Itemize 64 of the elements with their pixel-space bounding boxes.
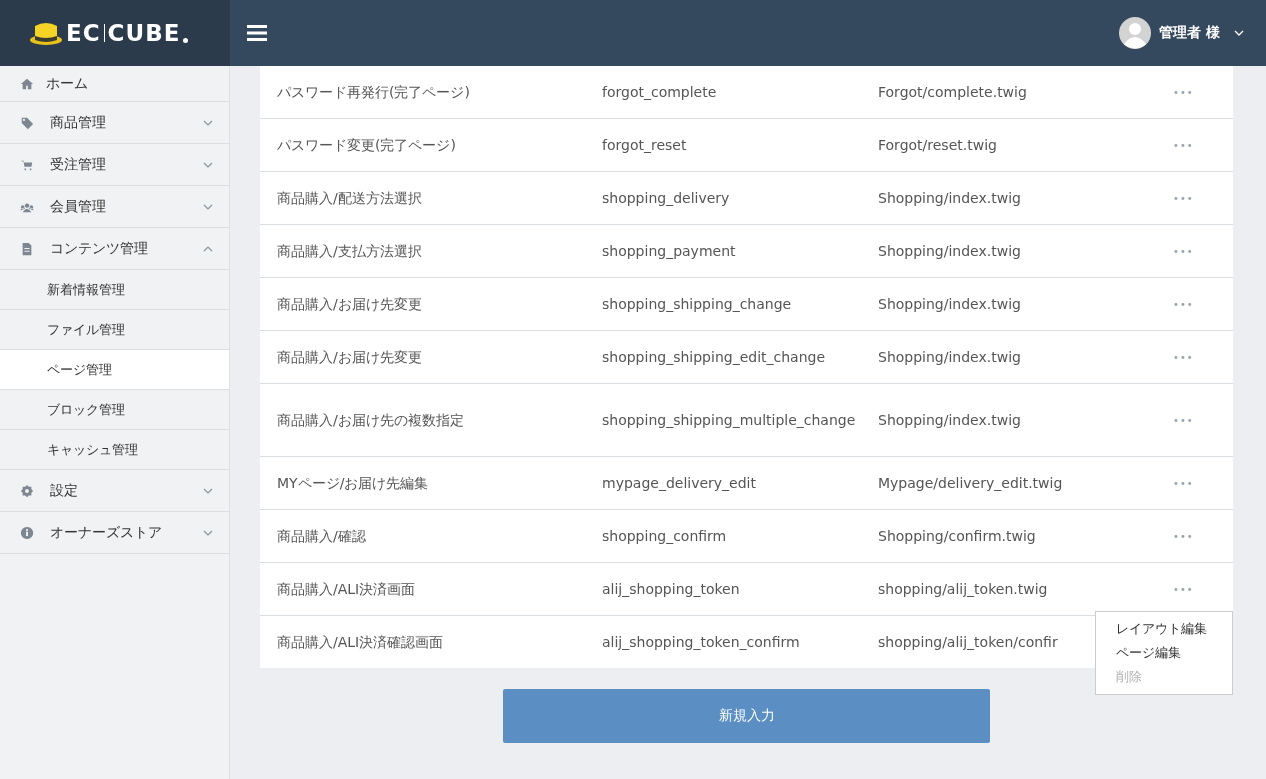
menu-icon[interactable] — [247, 25, 267, 41]
tag-icon — [20, 115, 34, 130]
sidebar-item[interactable]: 商品管理 — [0, 102, 229, 144]
gear-icon — [20, 483, 34, 498]
table-cell-text: Shopping/index.twig — [878, 410, 1021, 430]
menu-item[interactable]: ページ編集 — [1096, 641, 1232, 665]
sidebar-item[interactable]: 会員管理 — [0, 186, 229, 228]
sidebar-subitem[interactable]: 新着情報管理 — [0, 270, 229, 310]
table-cell-text: Shopping/index.twig — [878, 294, 1021, 314]
home-icon — [20, 76, 34, 91]
table-cell-text: shopping_payment — [602, 241, 737, 261]
table-cell-text: MYページ/お届け先編集 — [276, 473, 429, 493]
file-icon — [20, 241, 34, 256]
table-cell-text: forgot_complete — [602, 82, 718, 102]
table-cell-text: shopping_confirm — [602, 526, 728, 546]
table-cell-text: 商品購入/支払方法選択 — [276, 241, 422, 261]
chevron-up-icon — [203, 245, 213, 252]
table-cell-text: パスワード再発行(完了ページ) — [276, 82, 470, 102]
table-cell-text: shopping_shipping_multiple_change — [602, 410, 857, 430]
sidebar-item[interactable]: 受注管理 — [0, 144, 229, 186]
sidebar-subitem[interactable]: キャッシュ管理 — [0, 430, 229, 470]
table-cell-text: shopping_delivery — [602, 188, 731, 208]
sidebar-item[interactable]: コンテンツ管理 — [0, 228, 229, 270]
table-cell-text: Shopping/confirm.twig — [878, 526, 1036, 546]
table-cell-text: shopping_shipping_edit_change — [602, 347, 827, 367]
table-cell-text: 商品購入/ALI決済画面 — [276, 579, 416, 599]
registered-icon — [183, 37, 189, 43]
hat-logo-icon — [29, 20, 63, 46]
table-cell-text: mypage_delivery_edit — [602, 473, 757, 493]
table-cell-text: 商品購入/お届け先変更 — [276, 347, 422, 367]
table-cell-text: Shopping/index.twig — [878, 241, 1021, 261]
table-cell-text: パスワード変更(完了ページ) — [276, 135, 456, 155]
logo-text: EC CUBE — [66, 20, 181, 46]
table-cell-text: Forgot/reset.twig — [878, 135, 997, 155]
chevron-down-icon — [203, 487, 213, 494]
user-menu[interactable]: 管理者 様 — [1119, 17, 1244, 49]
avatar-icon — [1119, 17, 1152, 49]
table-cell-text: Forgot/complete.twig — [878, 82, 1027, 102]
table-cell-text: alij_shopping_token — [602, 579, 741, 599]
chevron-down-icon — [1234, 30, 1244, 36]
table-cell-text: 商品購入/お届け先変更 — [276, 294, 422, 314]
table-cell-text: Shopping/index.twig — [878, 188, 1021, 208]
table-cell-text: shopping/alij_token/confir — [878, 632, 1058, 652]
sidebar-subitem[interactable]: ブロック管理 — [0, 390, 229, 430]
table-cell-text: 商品購入/お届け先の複数指定 — [276, 410, 464, 430]
table-cell-text: forgot_reset — [602, 135, 688, 155]
chevron-down-icon — [203, 203, 213, 210]
table-cell-text: alij_shopping_token_confirm — [602, 632, 801, 652]
sidebar-item[interactable]: オーナーズストア — [0, 512, 229, 554]
chevron-down-icon — [203, 529, 213, 536]
table-cell-text: Mypage/delivery_edit.twig — [878, 473, 1063, 493]
sidebar-item[interactable]: 設定 — [0, 470, 229, 512]
sidebar-subitem[interactable]: ページ管理 — [0, 350, 229, 390]
table-cell-text: 商品購入/確認 — [276, 526, 366, 546]
menu-item[interactable]: レイアウト編集 — [1096, 617, 1232, 641]
table-cell-text: shopping/alij_token.twig — [878, 579, 1048, 599]
table-cell-text: 商品購入/配送方法選択 — [276, 188, 422, 208]
info-icon — [20, 525, 34, 540]
table-cell-text: 商品購入/ALI決済確認画面 — [276, 632, 444, 652]
chevron-down-icon — [203, 161, 213, 168]
table-cell-text: shopping_shipping_change — [602, 294, 793, 314]
table-cell-text: Shopping/index.twig — [878, 347, 1021, 367]
chevron-down-icon — [203, 119, 213, 126]
sidebar-item[interactable]: ホーム — [0, 66, 229, 102]
